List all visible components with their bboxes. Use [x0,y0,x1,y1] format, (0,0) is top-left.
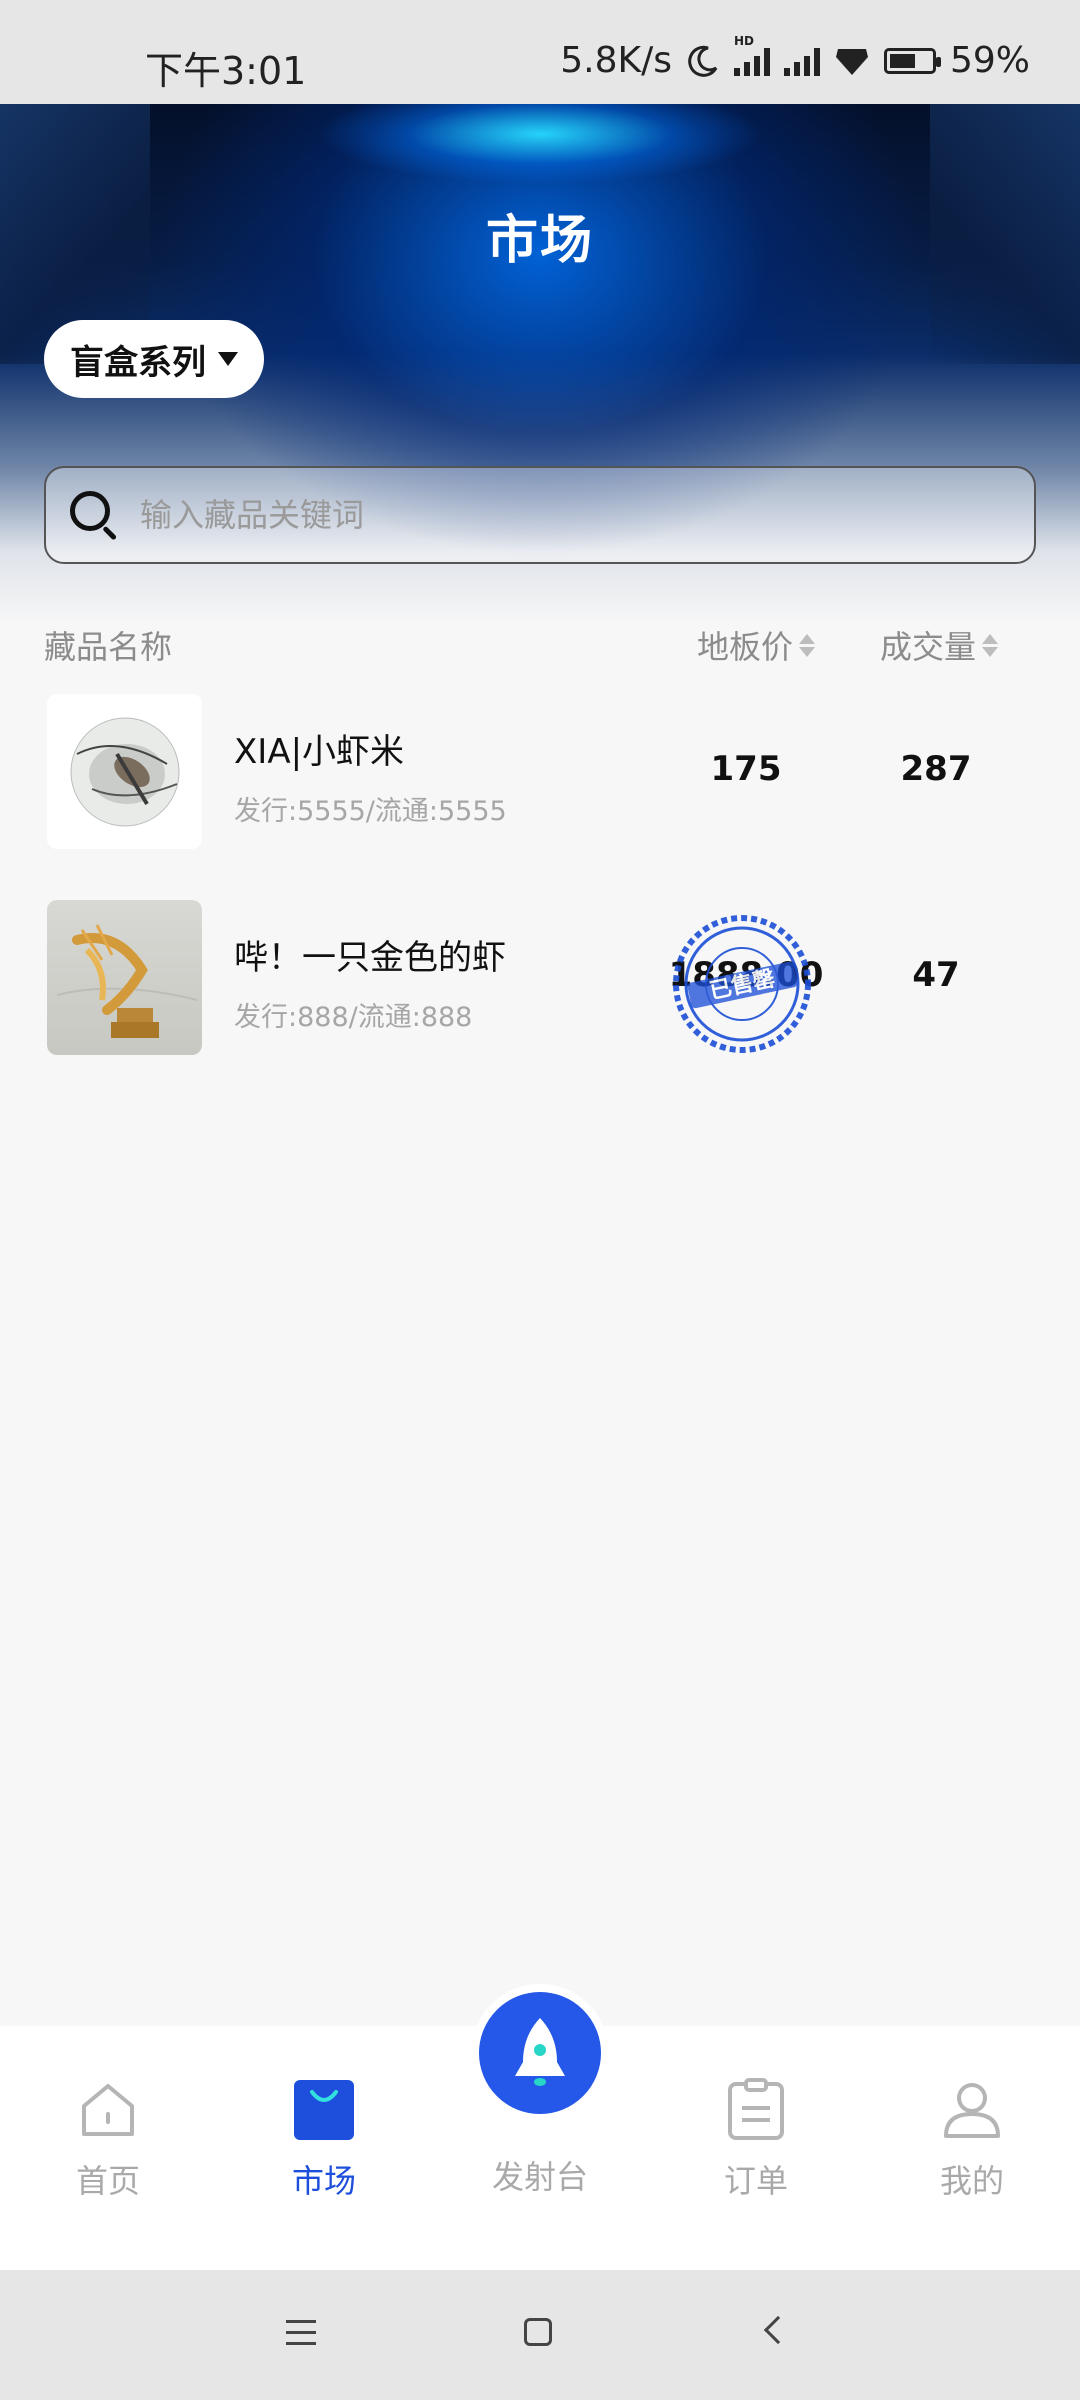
category-label: 盲盒系列 [70,342,206,383]
sort-icon [799,633,816,657]
nav-profile[interactable]: 我的 [902,2078,1042,2202]
category-dropdown[interactable]: 盲盒系列 [44,320,264,398]
shopping-bag-icon [294,2080,354,2140]
app-root: 下午3:01 5.8K/s HD 59% 市场 盲盒系列 输入藏品关键词 藏品名… [0,0,1080,2400]
collectible-thumbnail [47,900,202,1055]
page-title: 市场 [485,211,594,271]
search-bar[interactable] [44,466,1036,564]
nav-profile-label: 我的 [939,2162,1004,2200]
battery-icon [883,47,941,74]
trade-volume: 287 [900,749,972,789]
signal-icon: HD [733,34,770,76]
status-time: 下午3:01 [145,49,307,93]
signal-icon [783,46,820,76]
back-icon[interactable] [763,2315,793,2345]
table-row[interactable]: 哔！一只金色的虾 发行:888/流通:888 1888.00 已售罄 47 [0,900,1080,1060]
table-row[interactable]: XIA|小虾米 发行:5555/流通:5555 175 287 [0,694,1080,854]
search-input[interactable] [140,496,1000,534]
nav-launchpad-label: 发射台 [491,2158,588,2196]
nav-home-label: 首页 [75,2162,140,2200]
collectible-title: 哔！一只金色的虾 [234,938,506,978]
floor-price: 175 [710,749,782,789]
vpn-shield-icon [835,48,868,75]
moon-icon [688,45,718,77]
nav-market[interactable]: 市场 [254,2078,394,2202]
stamp-label: 已售罄 [707,965,777,1004]
clipboard-icon [728,2078,784,2140]
col-price-header[interactable]: 地板价 [697,622,816,668]
col-volume-header[interactable]: 成交量 [880,622,999,668]
col-price-label: 地板价 [697,628,794,666]
table-header: 藏品名称 地板价 成交量 [0,612,1080,672]
home-icon [82,2084,134,2136]
system-nav-bar [0,2270,1080,2400]
collectible-supply: 发行:5555/流通:5555 [234,796,507,827]
sold-out-stamp-icon: 已售罄 [673,915,811,1053]
net-speed: 5.8K/s [560,40,672,81]
user-icon [944,2083,1000,2138]
nav-orders-label: 订单 [723,2162,788,2200]
home-button-icon[interactable] [524,2318,552,2346]
battery-percent: 59% [949,40,1030,81]
col-name-header: 藏品名称 [44,628,173,666]
launchpad-button[interactable] [471,1984,609,2122]
sort-icon [982,633,999,657]
nav-orders[interactable]: 订单 [686,2078,826,2202]
nav-home[interactable]: 首页 [38,2078,178,2202]
caret-down-icon [218,352,238,366]
recent-apps-icon[interactable] [286,2320,316,2353]
collectible-supply: 发行:888/流通:888 [234,1002,473,1033]
hd-badge: HD [733,33,754,48]
status-right: 5.8K/s HD 59% [560,34,1030,82]
status-bar: 下午3:01 5.8K/s HD 59% [0,0,1080,104]
collectible-title: XIA|小虾米 [234,732,405,772]
col-volume-label: 成交量 [880,628,977,666]
trade-volume: 47 [912,955,960,995]
nav-market-label: 市场 [291,2162,356,2200]
collectible-thumbnail [47,694,202,849]
rocket-icon [515,2018,565,2086]
search-icon [70,491,118,541]
